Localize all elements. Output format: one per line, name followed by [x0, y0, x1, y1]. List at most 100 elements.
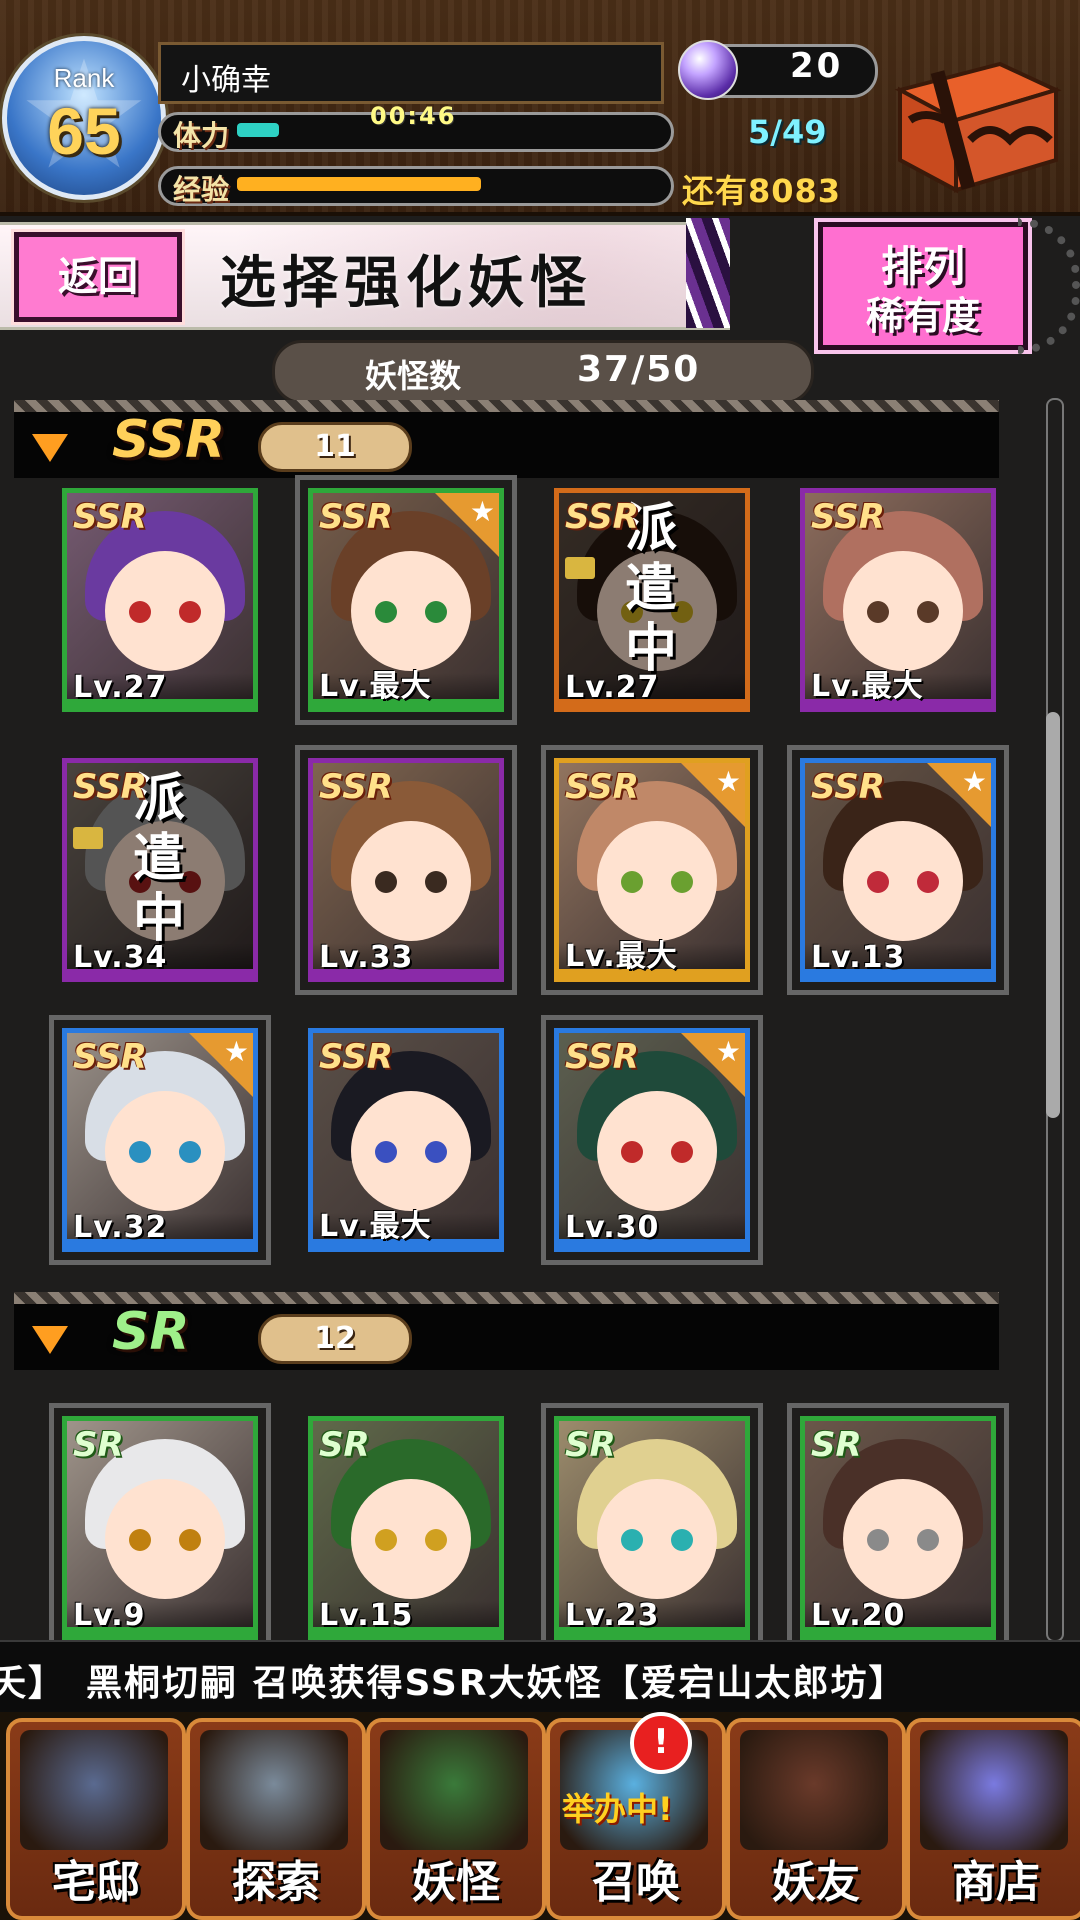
- yokai-card[interactable]: SSR ★ Lv.32: [49, 1015, 271, 1265]
- player-name-box: 小确幸: [158, 42, 664, 104]
- nav-label: 召唤: [592, 1857, 680, 1908]
- gem-orb-icon: [678, 40, 738, 100]
- rarity-badge: SSR: [73, 497, 147, 537]
- card-frame: 派遣中 SSR Lv.34: [62, 758, 258, 982]
- nav-button[interactable]: 妖怪: [366, 1718, 546, 1920]
- back-button[interactable]: 返回: [14, 232, 182, 322]
- gear-decoration-icon: [1018, 218, 1080, 354]
- level-label: Lv.27: [73, 670, 168, 705]
- card-frame: SSR ★ Lv.32: [62, 1028, 258, 1252]
- yokai-card[interactable]: SSR ★ Lv.13: [787, 745, 1009, 995]
- card-frame: SSR Lv.27: [62, 488, 258, 712]
- card-frame: SSR Lv.最大: [800, 488, 996, 712]
- star-icon: ★: [715, 1035, 741, 1068]
- yokai-card[interactable]: SSR Lv.33: [295, 745, 517, 995]
- rarity-badge: SSR: [811, 767, 885, 807]
- nav-button[interactable]: 商店: [906, 1718, 1080, 1920]
- rarity-badge: SSR: [811, 497, 885, 537]
- card-frame: SR Lv.23: [554, 1416, 750, 1640]
- section-count: 11: [258, 422, 412, 472]
- back-button-label: 返回: [58, 254, 138, 300]
- level-label: Lv.30: [565, 1210, 660, 1245]
- card-frame: SR Lv.9: [62, 1416, 258, 1640]
- yokai-card[interactable]: SSR ★ Lv.最大: [541, 745, 763, 995]
- nav-label: 妖友: [772, 1857, 860, 1908]
- stamina-label: 体力: [173, 119, 230, 152]
- yokai-card[interactable]: SR Lv.15: [308, 1416, 504, 1640]
- exp-label: 经验: [173, 173, 230, 206]
- rarity-badge: SR: [565, 1425, 616, 1465]
- collapse-arrow-icon[interactable]: [32, 434, 68, 462]
- fox-girl-icon: [740, 1730, 888, 1850]
- sort-mode-label: 稀有度: [865, 294, 980, 338]
- card-frame: SR Lv.20: [800, 1416, 996, 1640]
- yokai-card[interactable]: SSR Lv.最大: [308, 1028, 504, 1252]
- rarity-badge: SR: [73, 1425, 124, 1465]
- yokai-card[interactable]: SR Lv.20: [787, 1403, 1009, 1653]
- level-label: Lv.最大: [811, 669, 924, 704]
- yokai-count-label: 妖怪数: [365, 357, 462, 395]
- rank-emblem: ★ Rank 65: [2, 36, 166, 200]
- collapse-arrow-icon[interactable]: [32, 1326, 68, 1354]
- rarity-badge: SR: [319, 1425, 370, 1465]
- card-frame: SSR ★ Lv.最大: [554, 758, 750, 982]
- lock-icon: [565, 557, 595, 579]
- lock-icon: [73, 827, 103, 849]
- nav-label: 妖怪: [412, 1857, 500, 1908]
- nav-button[interactable]: 召唤 举办中!!: [546, 1712, 726, 1920]
- player-name: 小确幸: [181, 63, 271, 98]
- card-frame: SSR ★ Lv.13: [800, 758, 996, 982]
- nav-button[interactable]: 宅邸: [6, 1718, 186, 1920]
- level-label: Lv.15: [319, 1598, 414, 1633]
- level-label: Lv.20: [811, 1598, 906, 1633]
- sort-button[interactable]: 排列 稀有度: [818, 222, 1028, 350]
- nav-label: 探索: [232, 1857, 320, 1908]
- star-icon: ★: [469, 495, 495, 528]
- level-label: Lv.32: [73, 1210, 168, 1245]
- section-header-ssr[interactable]: SSR 11: [14, 400, 999, 478]
- card-frame: SSR Lv.最大: [308, 1028, 504, 1252]
- yokai-count-pill: 妖怪数 37/50: [272, 340, 814, 404]
- title-decoration: [686, 218, 730, 328]
- magnifier-map-icon: [200, 1730, 348, 1850]
- house-icon: [20, 1730, 168, 1850]
- scroll-icon: [380, 1730, 528, 1850]
- rarity-badge: SSR: [319, 767, 393, 807]
- bottom-nav: 宅邸 探索 妖怪 召唤 举办中!! 妖友 商店: [0, 1712, 1080, 1920]
- level-label: Lv.最大: [565, 939, 678, 974]
- level-label: Lv.23: [565, 1598, 660, 1633]
- yokai-card[interactable]: SSR ★ Lv.30: [541, 1015, 763, 1265]
- rarity-badge: SSR: [319, 497, 393, 537]
- stamina-fill: [237, 123, 279, 137]
- nav-label: 宅邸: [52, 1857, 140, 1908]
- exp-fill: [237, 177, 481, 191]
- yokai-card[interactable]: SSR ★ Lv.最大: [295, 475, 517, 725]
- rarity-badge: SSR: [565, 767, 639, 807]
- star-icon: ★: [223, 1035, 249, 1068]
- page-title: 选择强化妖怪: [220, 251, 592, 316]
- yokai-card[interactable]: 派遣中 SSR Lv.34: [62, 758, 258, 982]
- section-header-sr[interactable]: SR 12: [14, 1292, 999, 1370]
- rarity-badge: SSR: [73, 1037, 147, 1077]
- level-label: Lv.13: [811, 940, 906, 975]
- card-frame: 派遣中 SSR Lv.27: [554, 488, 750, 712]
- rarity-badge: SSR: [565, 497, 639, 537]
- section-count: 12: [258, 1314, 412, 1364]
- level-label: Lv.最大: [319, 669, 432, 704]
- yokai-card[interactable]: SSR Lv.最大: [800, 488, 996, 712]
- scrollbar-thumb[interactable]: [1046, 712, 1060, 1118]
- card-frame: SSR ★ Lv.最大: [308, 488, 504, 712]
- level-label: Lv.34: [73, 940, 168, 975]
- yokai-card[interactable]: SSR Lv.27: [62, 488, 258, 712]
- ticker-text: 夭】 黑桐切嗣 召唤获得SSR大妖怪【爱宕山太郎坊】: [0, 1663, 907, 1704]
- stamina-count: 5/49: [748, 113, 827, 151]
- yokai-card[interactable]: 派遣中 SSR Lv.27: [554, 488, 750, 712]
- nav-button[interactable]: 妖友: [726, 1718, 906, 1920]
- yokai-card[interactable]: SR Lv.9: [49, 1403, 271, 1653]
- crystal-orb-icon: [920, 1730, 1068, 1850]
- yokai-card[interactable]: SR Lv.23: [541, 1403, 763, 1653]
- level-label: Lv.33: [319, 940, 414, 975]
- treasure-chest-icon[interactable]: [880, 50, 1068, 200]
- nav-button[interactable]: 探索: [186, 1718, 366, 1920]
- alert-badge-icon: !: [630, 1712, 692, 1774]
